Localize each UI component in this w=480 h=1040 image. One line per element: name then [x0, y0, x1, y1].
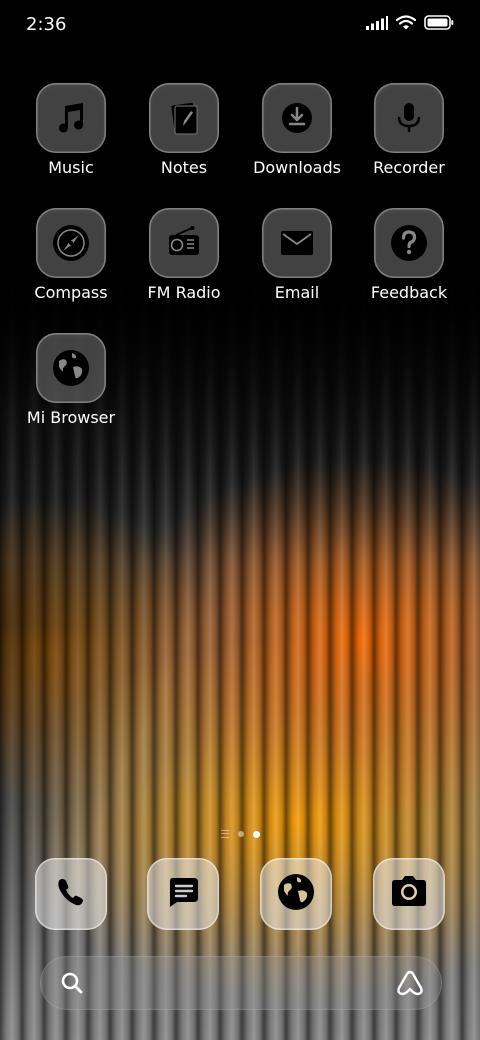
page-indicator[interactable] — [0, 830, 480, 838]
globe-icon — [50, 347, 92, 389]
messages-icon — [164, 873, 202, 915]
app-mi-browser[interactable]: Mi Browser — [15, 333, 127, 427]
app-label: Mi Browser — [26, 408, 116, 427]
app-label: FM Radio — [147, 283, 221, 302]
assistant-icon[interactable] — [396, 969, 424, 1001]
app-notes[interactable]: Notes — [128, 83, 240, 177]
status-bar: 2:36 — [0, 0, 480, 50]
radio-icon — [163, 222, 205, 264]
app-label: Notes — [160, 158, 208, 177]
dock-phone[interactable] — [35, 858, 107, 930]
page-dot-feed[interactable] — [220, 830, 229, 838]
battery-icon — [424, 15, 454, 30]
app-tile[interactable] — [262, 208, 332, 278]
envelope-icon — [276, 222, 318, 264]
app-tile[interactable] — [149, 208, 219, 278]
download-icon — [277, 98, 317, 138]
music-note-icon — [51, 98, 91, 138]
page-dot-active[interactable] — [252, 830, 260, 838]
app-tile[interactable] — [36, 83, 106, 153]
page-dot[interactable] — [237, 831, 244, 837]
dock-messages[interactable] — [147, 858, 219, 930]
app-recorder[interactable]: Recorder — [353, 83, 465, 177]
app-tile[interactable] — [36, 208, 106, 278]
app-tile[interactable] — [36, 333, 106, 403]
camera-icon — [388, 871, 430, 917]
wifi-icon — [396, 15, 416, 30]
app-downloads[interactable]: Downloads — [241, 83, 353, 177]
app-feedback[interactable]: Feedback — [353, 208, 465, 302]
question-icon — [388, 222, 430, 264]
search-icon[interactable] — [60, 971, 84, 999]
app-music[interactable]: Music — [15, 83, 127, 177]
notes-icon — [164, 98, 204, 138]
app-label: Recorder — [373, 158, 445, 177]
compass-icon — [50, 222, 92, 264]
home-screen: 2:36 Music Notes Downloads Recorder Comp… — [0, 0, 480, 1040]
app-tile[interactable] — [374, 83, 444, 153]
app-label: Downloads — [253, 158, 341, 177]
app-label: Compass — [34, 283, 108, 302]
app-compass[interactable]: Compass — [15, 208, 127, 302]
app-fm-radio[interactable]: FM Radio — [128, 208, 240, 302]
app-label: Music — [48, 158, 94, 177]
signal-icon — [366, 15, 388, 30]
app-email[interactable]: Email — [241, 208, 353, 302]
browser-globe-icon — [275, 871, 317, 917]
dock-browser[interactable] — [260, 858, 332, 930]
dock-camera[interactable] — [373, 858, 445, 930]
app-tile[interactable] — [262, 83, 332, 153]
app-tile[interactable] — [149, 83, 219, 153]
status-icons — [366, 15, 454, 30]
search-bar[interactable] — [40, 956, 442, 1010]
status-time: 2:36 — [26, 14, 67, 35]
microphone-icon — [389, 98, 429, 138]
app-label: Email — [274, 283, 320, 302]
app-label: Feedback — [370, 283, 448, 302]
app-tile[interactable] — [374, 208, 444, 278]
phone-icon — [54, 875, 88, 913]
